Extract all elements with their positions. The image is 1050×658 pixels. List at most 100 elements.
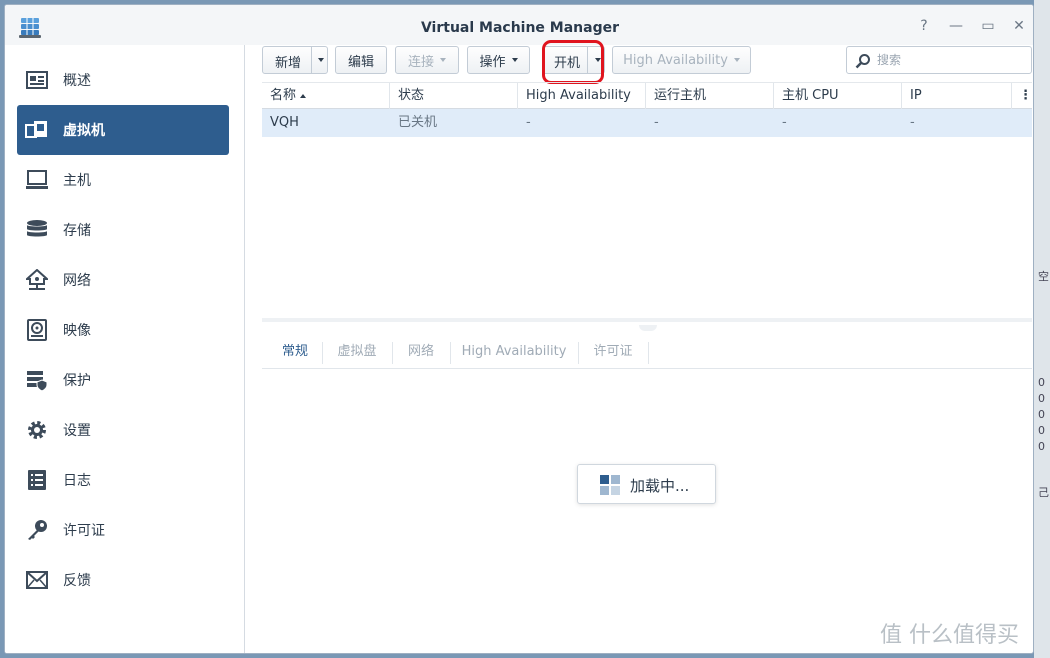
- window-title: Virtual Machine Manager: [420, 20, 620, 36]
- sidebar-item-label: 映像: [63, 323, 91, 339]
- cell-status: 已关机: [398, 115, 438, 130]
- vm-icon: [25, 118, 49, 142]
- sidebar-item-label: 日志: [63, 473, 91, 489]
- split-divider: [311, 47, 312, 73]
- tab-license[interactable]: 许可证: [580, 335, 646, 369]
- column-header-ip[interactable]: IP: [902, 83, 1012, 109]
- sidebar-item-label: 许可证: [63, 523, 105, 539]
- sidebar-item-label: 设置: [63, 423, 91, 439]
- tab-divider: [392, 342, 393, 364]
- sidebar-item-network[interactable]: 网络: [17, 255, 229, 305]
- chevron-down-icon: [733, 58, 740, 62]
- connect-button-label: 连接: [407, 54, 434, 70]
- sidebar-item-protection[interactable]: 保护: [17, 355, 229, 405]
- cell-name: VQH: [270, 115, 299, 130]
- sidebar-item-feedback[interactable]: 反馈: [17, 555, 229, 605]
- image-icon: [25, 318, 49, 342]
- storage-icon: [25, 218, 49, 242]
- high-availability-button[interactable]: High Availability: [612, 46, 751, 74]
- background-text: 0: [1038, 440, 1045, 453]
- annotation-highlight: [542, 40, 604, 84]
- tab-divider: [578, 342, 579, 364]
- new-button[interactable]: 新增: [262, 46, 328, 74]
- tab-network[interactable]: 网络: [394, 335, 448, 369]
- sidebar-item-image[interactable]: 映像: [17, 305, 229, 355]
- column-header-ha[interactable]: High Availability: [518, 83, 646, 109]
- panel-splitter[interactable]: [262, 318, 1032, 322]
- action-button-label: 操作: [479, 54, 506, 70]
- sidebar-item-settings[interactable]: 设置: [17, 405, 229, 455]
- column-header-host-cpu[interactable]: 主机 CPU: [774, 83, 902, 109]
- sidebar: 概述 虚拟机 主机 存储 网络 映像 保护 设置 日志 许可证 反馈: [5, 45, 245, 653]
- sidebar-item-storage[interactable]: 存储: [17, 205, 229, 255]
- new-button-label: 新增: [275, 56, 302, 71]
- background-text: 0: [1038, 392, 1045, 405]
- close-button[interactable]: ✕: [1011, 18, 1027, 34]
- table-header: 名称 状态 High Availability 运行主机 主机 CPU IP ⋮: [262, 82, 1032, 109]
- connect-button[interactable]: 连接: [395, 46, 459, 74]
- loading-indicator: 加载中...: [577, 464, 716, 504]
- mail-icon: [25, 568, 49, 592]
- tab-high-availability[interactable]: High Availability: [452, 335, 576, 369]
- protection-icon: [25, 368, 49, 392]
- sidebar-item-label: 反馈: [63, 573, 91, 589]
- sidebar-item-license[interactable]: 许可证: [17, 505, 229, 555]
- background-text: 0: [1038, 408, 1045, 421]
- loading-spinner-icon: [600, 475, 620, 495]
- search-box[interactable]: [846, 46, 1032, 74]
- app-window: Virtual Machine Manager ? — ▭ ✕ 概述 虚拟机 主…: [4, 4, 1034, 654]
- maximize-button[interactable]: ▭: [980, 18, 996, 34]
- watermark-text: 值 什么值得买: [880, 623, 1019, 648]
- key-icon: [25, 518, 49, 542]
- edit-button[interactable]: 编辑: [335, 46, 387, 74]
- network-icon: [25, 268, 49, 292]
- sidebar-item-overview[interactable]: 概述: [17, 55, 229, 105]
- minimize-button[interactable]: —: [948, 18, 964, 34]
- tab-divider: [648, 342, 649, 364]
- action-button[interactable]: 操作: [467, 46, 530, 74]
- column-header-running-host[interactable]: 运行主机: [646, 83, 774, 109]
- sidebar-item-label: 存储: [63, 223, 91, 239]
- search-input[interactable]: [877, 51, 1027, 69]
- overview-icon: [25, 68, 49, 92]
- sidebar-item-vm[interactable]: 虚拟机: [17, 105, 229, 155]
- sidebar-item-log[interactable]: 日志: [17, 455, 229, 505]
- background-desktop: 空 0 0 0 0 0 己: [1034, 0, 1050, 658]
- column-header-name[interactable]: 名称: [262, 83, 390, 109]
- cell-running-host: -: [654, 115, 659, 130]
- loading-text: 加载中...: [630, 477, 690, 495]
- tab-virtual-disk[interactable]: 虚拟盘: [324, 335, 390, 369]
- sidebar-item-label: 主机: [63, 173, 91, 189]
- high-availability-button-label: High Availability: [623, 52, 728, 68]
- host-icon: [25, 168, 49, 192]
- cell-ip: -: [910, 115, 915, 130]
- help-button[interactable]: ?: [916, 18, 932, 34]
- background-text: 0: [1038, 424, 1045, 437]
- sidebar-item-label: 保护: [63, 373, 91, 389]
- column-menu-icon[interactable]: ⋮: [1012, 83, 1032, 109]
- title-bar[interactable]: Virtual Machine Manager ? — ▭ ✕: [5, 5, 1033, 45]
- column-header-label: 名称: [270, 88, 297, 103]
- chevron-down-icon: [511, 58, 518, 62]
- search-icon: [855, 54, 870, 69]
- cell-host-cpu: -: [782, 115, 787, 130]
- background-text: 己: [1038, 486, 1049, 499]
- column-header-status[interactable]: 状态: [390, 83, 518, 109]
- gear-icon: [25, 418, 49, 442]
- tab-divider: [322, 342, 323, 364]
- tab-general[interactable]: 常规: [270, 335, 320, 369]
- detail-tabs: 常规 虚拟盘 网络 High Availability 许可证: [262, 335, 1032, 369]
- sidebar-item-label: 概述: [63, 73, 91, 89]
- sidebar-item-label: 网络: [63, 273, 91, 289]
- chevron-down-icon: [440, 58, 446, 62]
- chevron-down-icon[interactable]: [318, 58, 324, 62]
- sort-ascending-icon: [300, 93, 307, 98]
- watermark: 值 什么值得买: [880, 616, 1040, 650]
- background-text: 空: [1038, 270, 1049, 283]
- table-row[interactable]: VQH 已关机 - - - -: [262, 109, 1032, 137]
- sidebar-item-label: 虚拟机: [63, 123, 105, 139]
- tab-divider: [450, 342, 451, 364]
- sidebar-item-host[interactable]: 主机: [17, 155, 229, 205]
- splitter-handle[interactable]: [639, 325, 657, 331]
- log-icon: [25, 468, 49, 492]
